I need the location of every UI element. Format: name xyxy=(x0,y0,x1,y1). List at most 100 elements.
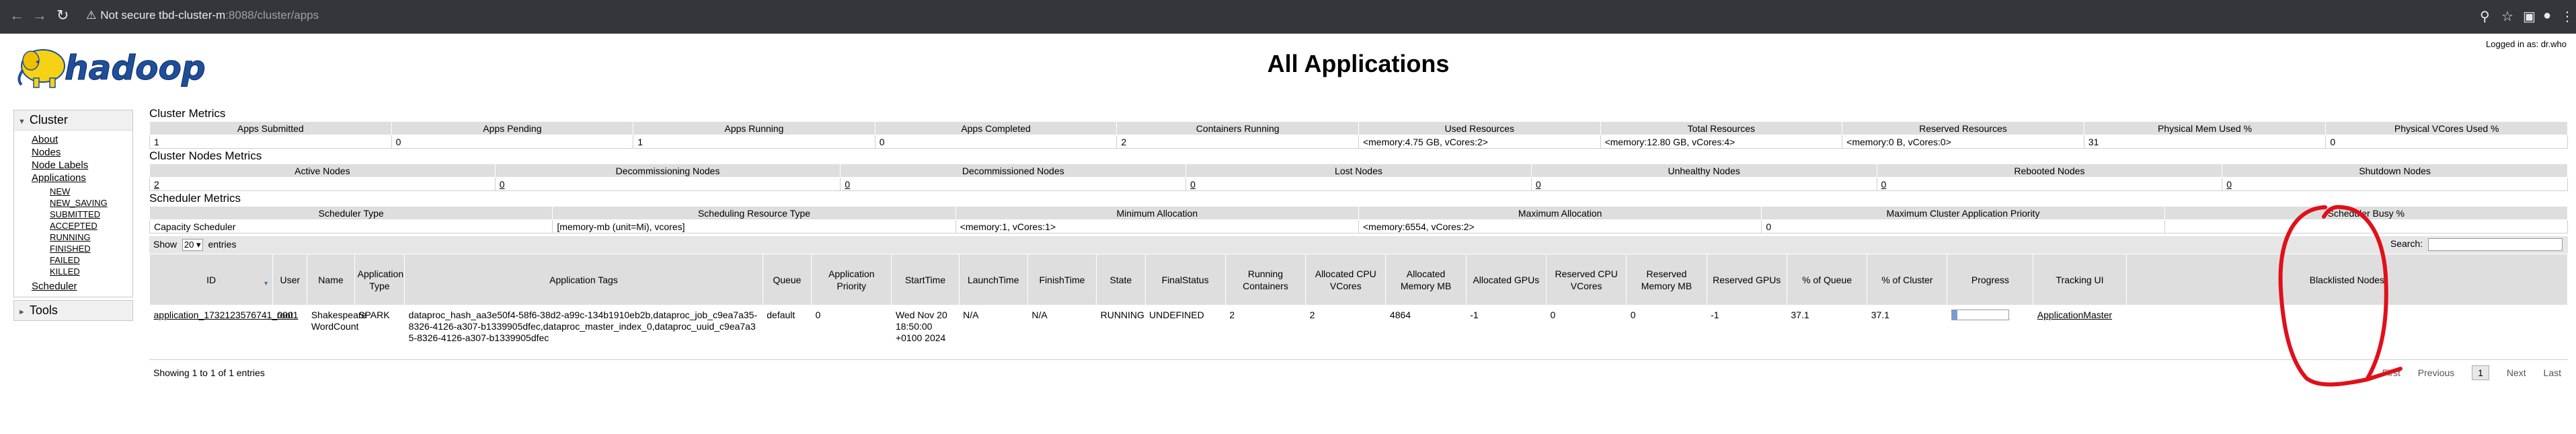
pager-first[interactable]: First xyxy=(2382,367,2401,378)
scheduler-metrics-title: Scheduler Metrics xyxy=(149,192,241,205)
zoom-icon[interactable]: ⚲ xyxy=(2480,8,2490,25)
sidebar-item-nodes[interactable]: Nodes xyxy=(32,147,61,158)
cell-priority: 0 xyxy=(811,305,892,359)
address-bar[interactable]: tbd-cluster-m:8088/cluster/apps xyxy=(159,9,319,22)
cell-type: SPARK xyxy=(354,305,405,359)
cell-pct-cluster: 37.1 xyxy=(1867,305,1947,359)
shutdown-nodes-link[interactable]: 0 xyxy=(2226,179,2232,190)
url-path: :8088/cluster/apps xyxy=(225,9,319,22)
page-size-select[interactable]: 20 ▾ xyxy=(182,239,203,251)
main-content: Cluster Metrics Apps Submitted Apps Pend… xyxy=(149,106,2569,386)
sidebar-tools-label: Tools xyxy=(29,303,58,317)
sidebar-state-killed[interactable]: KILLED xyxy=(50,266,80,277)
sidebar-state-finished[interactable]: FINISHED xyxy=(50,244,91,254)
sidebar-panel-icon[interactable]: ▣ xyxy=(2523,8,2536,25)
sidebar-state-running[interactable]: RUNNING xyxy=(50,232,91,242)
sidebar-state-accepted[interactable]: ACCEPTED xyxy=(50,221,97,231)
nm-header: Active Nodes xyxy=(149,164,496,178)
nm-header: Decommissioning Nodes xyxy=(494,164,841,178)
cell-queue: default xyxy=(763,305,812,359)
decommissioned-nodes-link[interactable]: 0 xyxy=(845,179,850,190)
cm-header: Total Resources xyxy=(1600,121,1843,135)
url-host: tbd-cluster-m xyxy=(159,9,226,22)
sidebar-item-about[interactable]: About xyxy=(32,134,58,145)
cell-launchtime: N/A xyxy=(959,305,1028,359)
pagination: First Previous 1 Next Last xyxy=(2368,365,2561,380)
sm-header: Maximum Cluster Application Priority xyxy=(1761,206,2165,220)
col-header-running-containers[interactable]: Running Containers xyxy=(1224,254,1306,305)
cell-alloc-vcores: 2 xyxy=(1305,305,1386,359)
cm-header: Apps Submitted xyxy=(149,121,392,135)
profile-icon[interactable]: ● xyxy=(2543,8,2551,24)
pager-current-page[interactable]: 1 xyxy=(2472,365,2489,380)
col-header-res-gpus[interactable]: Reserved GPUs xyxy=(1706,254,1787,305)
unhealthy-nodes-link[interactable]: 0 xyxy=(1536,179,1541,190)
forward-arrow-icon[interactable]: → xyxy=(32,7,47,24)
cm-value: 0 xyxy=(2325,135,2568,149)
cm-header: Containers Running xyxy=(1116,121,1359,135)
col-header-finalstatus[interactable]: FinalStatus xyxy=(1144,254,1226,305)
sidebar-state-submitted[interactable]: SUBMITTED xyxy=(50,209,100,219)
cell-pct-queue: 37.1 xyxy=(1787,305,1867,359)
col-header-alloc-mem[interactable]: Allocated Memory MB xyxy=(1385,254,1467,305)
sidebar-item-node-labels[interactable]: Node Labels xyxy=(32,159,88,171)
col-header-alloc-vcores[interactable]: Allocated CPU VCores xyxy=(1305,254,1387,305)
col-header-user[interactable]: User xyxy=(272,254,308,305)
entries-label: entries xyxy=(208,239,237,250)
back-arrow-icon[interactable]: ← xyxy=(9,7,24,24)
security-indicator[interactable]: ⚠ Not secure xyxy=(86,9,155,22)
col-header-state[interactable]: State xyxy=(1096,254,1146,305)
sidebar-item-scheduler[interactable]: Scheduler xyxy=(32,281,77,292)
cell-res-vcores: 0 xyxy=(1546,305,1627,359)
col-header-tracking-ui[interactable]: Tracking UI xyxy=(2033,254,2127,305)
sidebar-state-new-saving[interactable]: NEW_SAVING xyxy=(50,198,108,208)
decommissioning-nodes-link[interactable]: 0 xyxy=(500,179,505,190)
sm-header: Scheduling Resource Type xyxy=(552,206,956,220)
bookmark-star-icon[interactable]: ☆ xyxy=(2501,8,2513,25)
col-header-name[interactable]: Name xyxy=(307,254,355,305)
applications-table: ID ▼ User Name Application Type Applicati… xyxy=(149,254,2569,359)
pager-last[interactable]: Last xyxy=(2544,367,2561,378)
sidebar-state-failed[interactable]: FAILED xyxy=(50,255,80,265)
applications-header-row: ID ▼ User Name Application Type Applicati… xyxy=(149,254,2569,305)
col-header-pct-queue[interactable]: % of Queue xyxy=(1786,254,1868,305)
collapse-triangle-icon: ► xyxy=(18,308,26,316)
lost-nodes-link[interactable]: 0 xyxy=(1190,179,1196,190)
sidebar-cluster-header[interactable]: ▼ Cluster xyxy=(14,110,132,131)
sidebar-tools-header[interactable]: ► Tools xyxy=(14,301,132,320)
col-header-tags[interactable]: Application Tags xyxy=(404,254,763,305)
search-input[interactable] xyxy=(2428,238,2563,251)
col-header-res-vcores[interactable]: Reserved CPU VCores xyxy=(1545,254,1627,305)
cm-header: Apps Running xyxy=(633,121,875,135)
active-nodes-link[interactable]: 2 xyxy=(154,179,159,190)
reload-icon[interactable]: ↻ xyxy=(56,7,69,24)
col-header-starttime[interactable]: StartTime xyxy=(891,254,960,305)
pager-previous[interactable]: Previous xyxy=(2418,367,2454,378)
rebooted-nodes-link[interactable]: 0 xyxy=(1881,179,1887,190)
pager-next[interactable]: Next xyxy=(2507,367,2526,378)
col-header-progress[interactable]: Progress xyxy=(1947,254,2034,305)
cluster-metrics-title: Cluster Metrics xyxy=(149,107,226,120)
security-label: Not secure xyxy=(100,9,156,22)
col-header-id[interactable]: ID ▼ xyxy=(149,254,274,305)
progress-bar xyxy=(1951,310,2009,320)
show-label: Show xyxy=(153,239,178,250)
cell-alloc-mem: 4864 xyxy=(1385,305,1467,359)
col-header-pct-cluster[interactable]: % of Cluster xyxy=(1867,254,1948,305)
col-header-finishtime[interactable]: FinishTime xyxy=(1027,254,1097,305)
col-header-queue[interactable]: Queue xyxy=(762,254,812,305)
col-header-type[interactable]: Application Type xyxy=(354,254,405,305)
col-header-alloc-gpus[interactable]: Allocated GPUs xyxy=(1465,254,1547,305)
hadoop-logo: hadoop xyxy=(17,48,206,88)
cluster-metrics-table: Apps Submitted Apps Pending Apps Running… xyxy=(149,121,2568,149)
sidebar-item-applications[interactable]: Applications xyxy=(32,172,86,184)
sidebar-state-new[interactable]: NEW xyxy=(50,186,70,196)
col-header-launchtime[interactable]: LaunchTime xyxy=(958,254,1028,305)
col-header-res-mem[interactable]: Reserved Memory MB xyxy=(1626,254,1707,305)
sm-value: <memory:6554, vCores:2> xyxy=(1358,219,1762,233)
tracking-ui-link[interactable]: ApplicationMaster xyxy=(2037,310,2112,320)
col-header-blacklisted[interactable]: Blacklisted Nodes xyxy=(2125,254,2569,305)
col-header-priority[interactable]: Application Priority xyxy=(811,254,892,305)
cell-user: root xyxy=(272,305,307,359)
menu-kebab-icon[interactable]: ⋮ xyxy=(2561,8,2574,25)
